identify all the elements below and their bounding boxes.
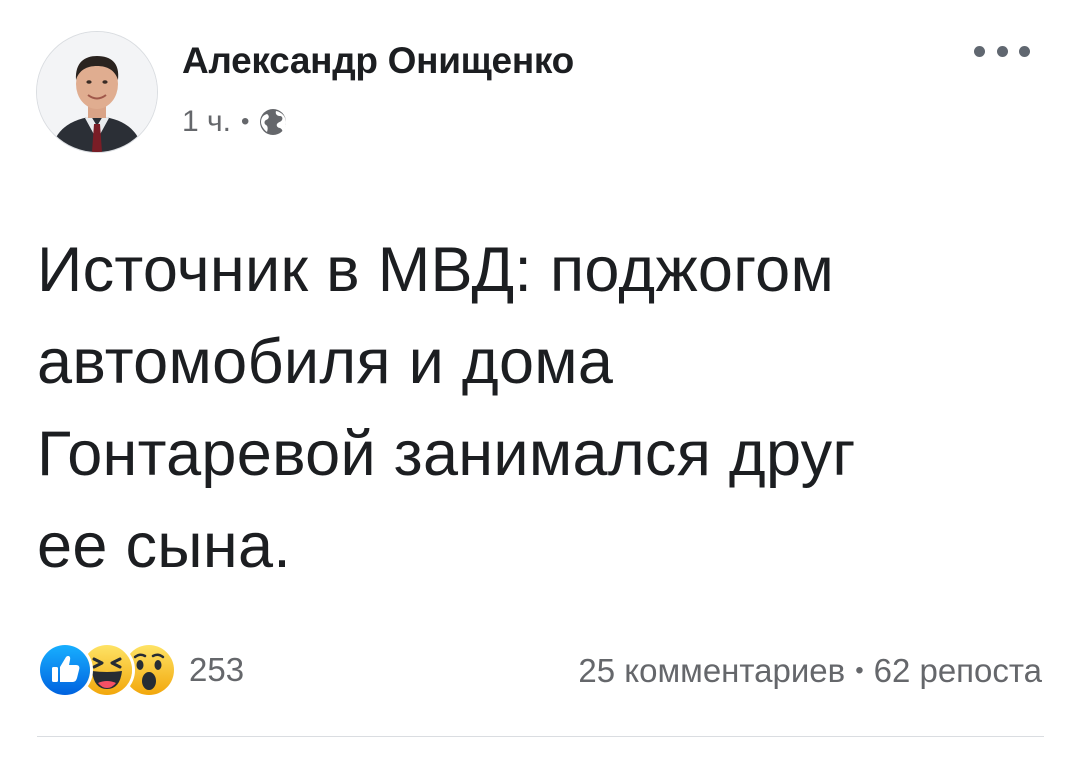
more-horizontal-icon bbox=[974, 45, 985, 57]
post-stats: 25 комментариев • 62 репоста bbox=[578, 650, 1042, 692]
stats-separator: • bbox=[855, 657, 864, 684]
post-text-line: ее сына. bbox=[37, 511, 292, 581]
globe-icon[interactable] bbox=[258, 107, 288, 137]
post-text-line: Гонтаревой занимался друг bbox=[37, 419, 856, 489]
more-horizontal-icon bbox=[996, 45, 1008, 57]
reaction-count: 253 bbox=[189, 651, 245, 688]
post-text-line: автомобиля и дома bbox=[37, 327, 614, 397]
comments-count-link[interactable]: 25 комментариев bbox=[578, 652, 845, 690]
footer-divider bbox=[37, 736, 1044, 737]
post-text: Источник в МВД: поджогом автомобиля и до… bbox=[37, 224, 1037, 592]
shares-count-link[interactable]: 62 репоста bbox=[874, 652, 1042, 690]
more-options-button[interactable] bbox=[974, 36, 1030, 66]
facebook-post: Александр Онищенко 1 ч. • Источник в МВД… bbox=[0, 0, 1074, 773]
post-text-line: Источник в МВД: поджогом bbox=[37, 235, 835, 305]
reactions-summary[interactable]: 253 bbox=[37, 642, 245, 698]
meta-separator: • bbox=[240, 108, 250, 135]
avatar-portrait-icon bbox=[37, 32, 157, 152]
post-timestamp[interactable]: 1 ч. bbox=[182, 105, 231, 139]
author-avatar[interactable] bbox=[37, 32, 157, 152]
post-meta: 1 ч. • bbox=[182, 102, 288, 142]
like-icon bbox=[37, 642, 93, 698]
author-name[interactable]: Александр Онищенко bbox=[182, 40, 574, 82]
more-horizontal-icon bbox=[1019, 45, 1030, 57]
